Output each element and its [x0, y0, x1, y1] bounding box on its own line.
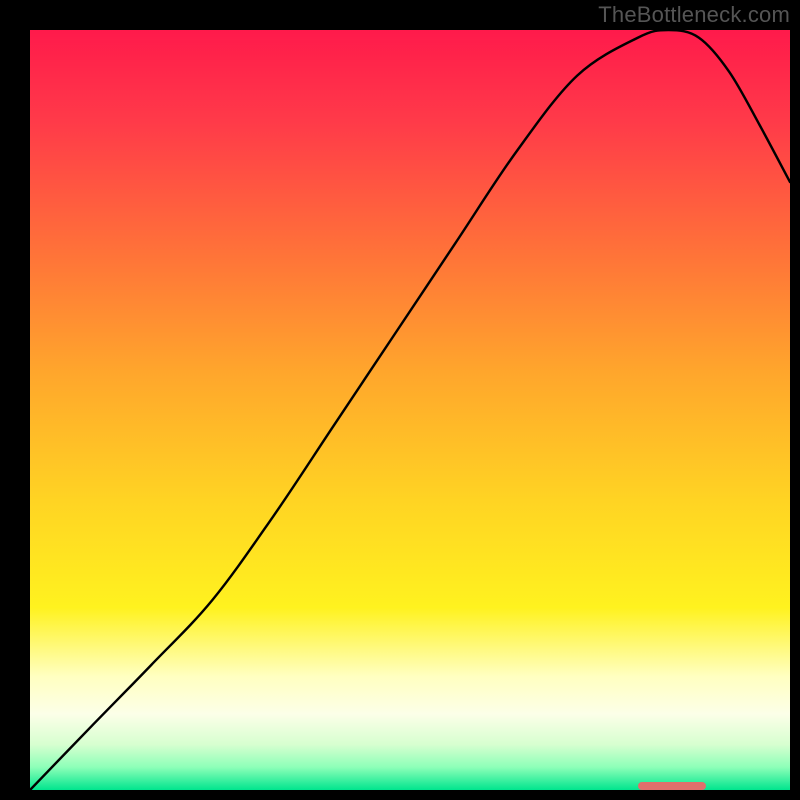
- optimal-range-marker: [638, 782, 706, 790]
- chart-frame: TheBottleneck.com: [0, 0, 800, 800]
- bottleneck-curve: [30, 30, 790, 790]
- watermark-text: TheBottleneck.com: [598, 2, 790, 28]
- plot-area: [30, 30, 790, 790]
